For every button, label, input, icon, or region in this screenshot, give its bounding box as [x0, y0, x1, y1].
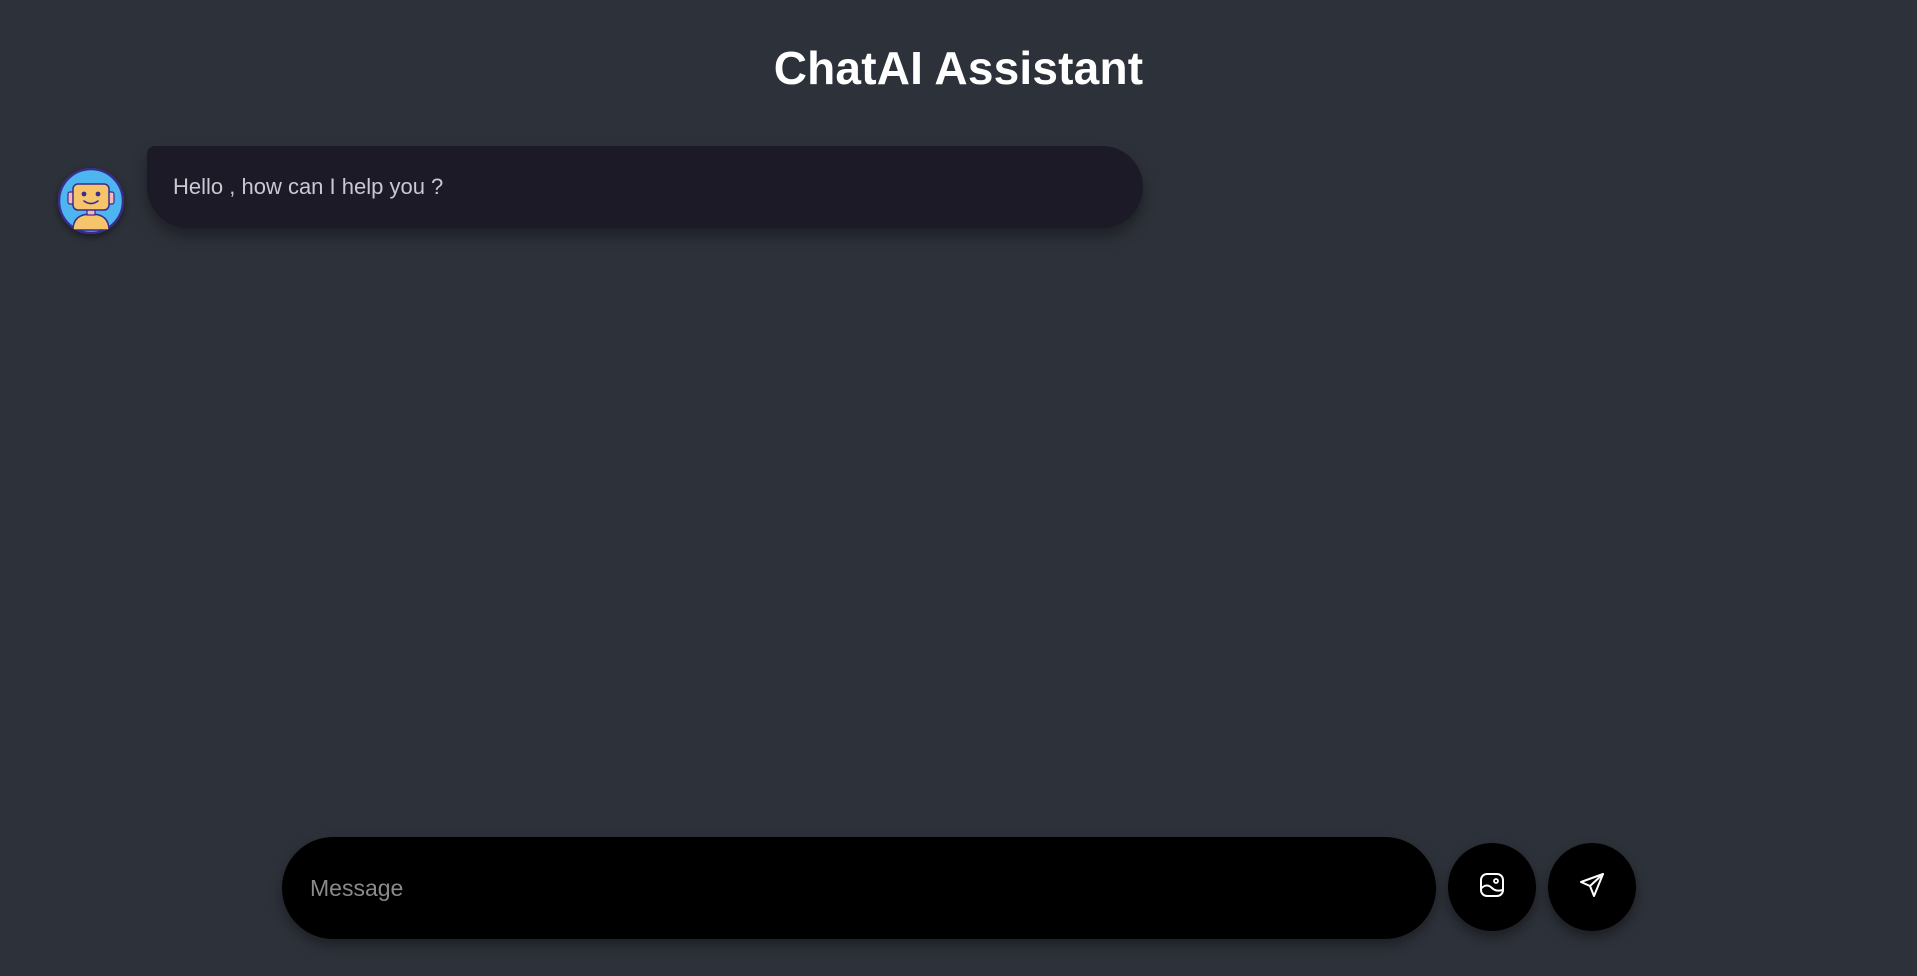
chat-app: ChatAI Assistant Hello , how can I help …: [0, 0, 1917, 976]
message-composer: [282, 837, 1436, 939]
send-button[interactable]: [1548, 843, 1636, 931]
send-icon: [1578, 871, 1606, 904]
page-title: ChatAI Assistant: [773, 42, 1144, 94]
robot-avatar-icon: [58, 168, 124, 234]
message-text: Hello , how can I help you ?: [173, 174, 444, 199]
assistant-message-bubble: Hello , how can I help you ?: [147, 146, 1143, 228]
image-upload-button[interactable]: [1448, 843, 1536, 931]
image-upload-icon: [1478, 871, 1506, 904]
message-input[interactable]: [308, 873, 1392, 903]
